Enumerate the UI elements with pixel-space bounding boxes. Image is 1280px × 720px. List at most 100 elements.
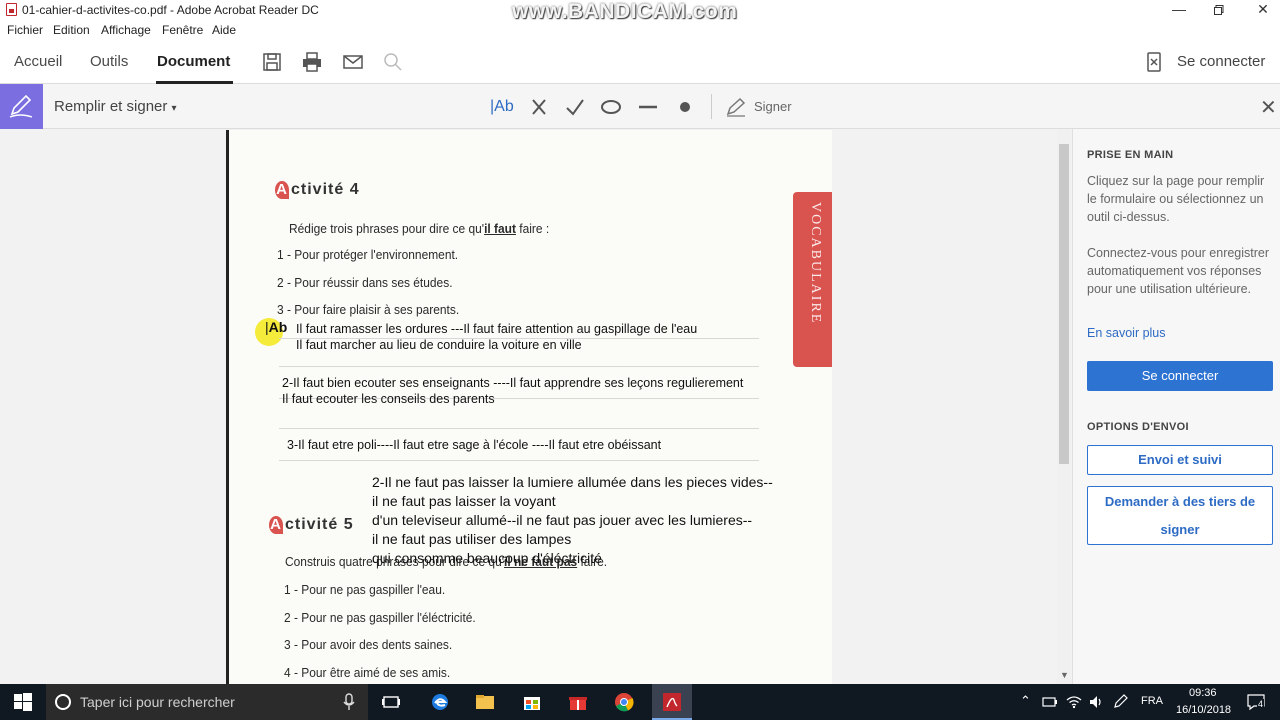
clock-date[interactable]: 16/10/2018 [1176, 704, 1231, 716]
activity-4-item-3: 3 - Pour faire plaisir à ses parents. [277, 302, 459, 317]
answer-text-5d[interactable]: il ne faut pas utiliser des lampes [372, 531, 571, 547]
cortana-circle-icon [55, 694, 71, 710]
edge-browser-icon[interactable] [430, 692, 450, 712]
activity-4-heading: Activité 4 [275, 181, 360, 199]
send-track-button[interactable]: Envoi et suivi [1087, 445, 1273, 475]
line-icon[interactable] [637, 96, 659, 118]
signin-link[interactable]: Se connecter [1177, 53, 1265, 70]
item-number: 2 [277, 275, 284, 290]
menu-window[interactable]: Fenêtre [162, 23, 203, 37]
fill-sign-dropdown[interactable]: Remplir et signer ▾ [54, 98, 177, 115]
fill-sign-tool-button[interactable] [0, 84, 43, 129]
answer-text-2a[interactable]: 2-Il faut bien ecouter ses enseignants -… [282, 376, 743, 390]
taskbar-search[interactable]: Taper ici pour rechercher [46, 684, 368, 720]
request-others-sign-button[interactable]: Demander à des tiers de signer [1087, 486, 1273, 545]
answer-rule [279, 460, 759, 461]
checkmark-icon[interactable] [564, 96, 586, 118]
item-number: 1 [277, 247, 284, 262]
menu-edit[interactable]: Edition [53, 23, 90, 37]
pen-workspace-icon[interactable] [1112, 694, 1128, 710]
activity-5-item-4: 4 - Pour être aimé de ses amis. [284, 665, 451, 680]
answer-rule [279, 366, 759, 367]
task-view-icon[interactable] [381, 692, 401, 712]
field-marker-label: Ab [268, 319, 288, 335]
tab-tools[interactable]: Outils [90, 53, 128, 70]
search-icon[interactable] [382, 51, 404, 73]
notification-center[interactable]: 4 [1246, 693, 1266, 711]
taskbar: Taper ici pour rechercher ⌃ FRA 09:36 16… [0, 684, 1280, 720]
menu-help[interactable]: Aide [212, 23, 236, 37]
activity-4-letter: A [275, 181, 289, 199]
dot-icon[interactable] [674, 96, 696, 118]
chrome-icon[interactable] [614, 692, 634, 712]
close-fill-sign-icon[interactable]: ✕ [1260, 95, 1277, 120]
right-panel: PRISE EN MAIN Cliquez sur la page pour r… [1072, 129, 1280, 684]
activity-5-heading: Activité 5 [269, 516, 354, 534]
activity-5-item-3: 3 - Pour avoir des dents saines. [284, 637, 453, 652]
item-text: - Pour faire plaisir à ses parents. [286, 302, 460, 317]
answer-rule [279, 428, 759, 429]
sign-button[interactable]: Signer [754, 99, 792, 114]
windows-start-icon[interactable] [13, 692, 33, 712]
tray-chevron-icon[interactable]: ⌃ [1020, 693, 1031, 709]
answer-text-1b[interactable]: Il faut marcher au lieu de conduire la v… [296, 338, 582, 352]
add-text-label: Ab [494, 98, 514, 115]
clock-time[interactable]: 09:36 [1189, 687, 1217, 699]
send-options-heading: OPTIONS D'ENVOI [1087, 421, 1189, 433]
input-language[interactable]: FRA [1141, 695, 1163, 707]
title-bar: 01-cahier-d-activites-co.pdf - Adobe Acr… [0, 0, 1280, 22]
microphone-icon[interactable] [342, 693, 356, 711]
add-text-tool[interactable]: |Ab [490, 96, 516, 118]
answer-text-1a[interactable]: Il faut ramasser les ordures ---Il faut … [296, 322, 697, 336]
answer-text-5c[interactable]: d'un televiseur allumé--il ne faut pas j… [372, 512, 752, 528]
print-icon[interactable] [301, 51, 323, 73]
chevron-down-icon: ▾ [171, 103, 177, 114]
item-number: 3 [277, 302, 284, 317]
acrobat-taskbar-button[interactable] [652, 684, 692, 720]
gift-app-icon[interactable] [568, 692, 588, 712]
sign-pen-icon[interactable] [725, 96, 747, 118]
toolbar-divider [711, 94, 712, 119]
save-icon[interactable] [261, 51, 283, 73]
answer-text-5a[interactable]: 2-Il ne faut pas laisser la lumiere allu… [372, 474, 773, 490]
circle-icon[interactable] [600, 96, 622, 118]
activity-5-item-2: 2 - Pour ne pas gaspiller l'éléctricité. [284, 610, 476, 625]
scroll-down-icon[interactable]: ▼ [1060, 670, 1069, 680]
vocabulary-tab: VOCABULAIRE [793, 192, 832, 367]
answer-text-2b[interactable]: Il faut ecouter les conseils des parents [282, 392, 495, 406]
instruction-end: faire : [515, 221, 550, 236]
item-text: - Pour réussir dans ses études. [286, 275, 453, 290]
fill-sign-toolbar: Remplir et signer ▾ |Ab Signer ✕ [0, 84, 1280, 129]
learn-more-link[interactable]: En savoir plus [1087, 326, 1166, 340]
activity-5-letter: A [269, 516, 283, 534]
close-window-button[interactable]: ✕ [1240, 0, 1280, 20]
activity-4-item-2: 2 - Pour réussir dans ses études. [277, 275, 453, 290]
acrobat-icon [663, 693, 681, 711]
menu-bar: Fichier Edition Affichage Fenêtre Aide [0, 20, 1280, 40]
scrollbar-thumb[interactable] [1059, 144, 1069, 464]
email-icon[interactable] [342, 51, 364, 73]
volume-icon[interactable] [1088, 694, 1104, 710]
vertical-scrollbar[interactable]: ▼ [1057, 130, 1071, 684]
activity-4-instruction: Rédige trois phrases pour dire ce qu'il … [289, 221, 549, 236]
pdf-page[interactable]: VOCABULAIRE Activité 4 Rédige trois phra… [226, 130, 832, 684]
store-icon[interactable] [522, 692, 542, 712]
tab-home[interactable]: Accueil [14, 53, 62, 70]
connect-button[interactable]: Se connecter [1087, 361, 1273, 391]
answer-text-5b[interactable]: il ne faut pas laisser la voyant [372, 493, 556, 509]
battery-icon[interactable] [1042, 696, 1058, 708]
mobile-signin-icon[interactable] [1143, 51, 1165, 73]
activity-5-title: ctivité 5 [285, 516, 354, 533]
answer-text-5e[interactable]: qui consomme beaucoup d'éléctricité [372, 550, 602, 566]
tab-document[interactable]: Document [157, 53, 230, 70]
answer-text-3[interactable]: 3-Il faut etre poli----Il faut etre sage… [287, 438, 661, 452]
cross-mark-icon[interactable] [528, 96, 550, 118]
menu-file[interactable]: Fichier [7, 23, 43, 37]
file-explorer-icon[interactable] [475, 692, 495, 712]
fill-sign-label: Remplir et signer [54, 98, 168, 115]
getting-started-heading: PRISE EN MAIN [1087, 149, 1174, 161]
item-text: - Pour protéger l'environnement. [286, 247, 459, 262]
menu-view[interactable]: Affichage [101, 23, 151, 37]
maximize-button[interactable] [1196, 0, 1242, 20]
wifi-icon[interactable] [1066, 694, 1082, 710]
